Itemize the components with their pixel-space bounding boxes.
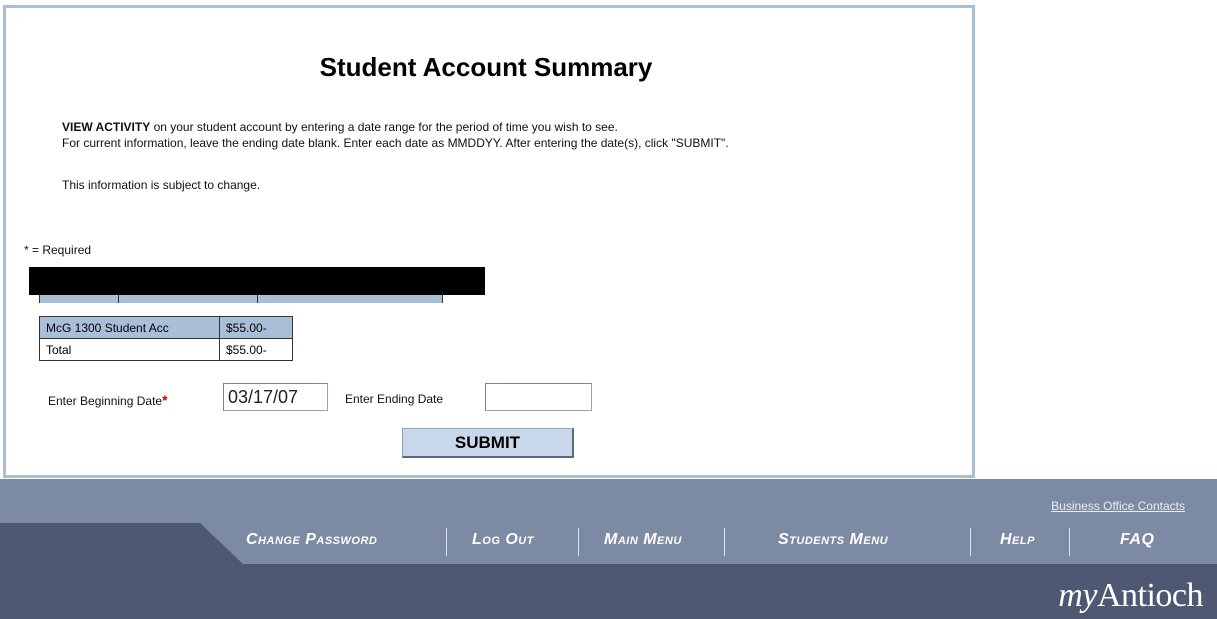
intro-line2: For current information, leave the endin… [62,136,729,150]
page-title: Student Account Summary [319,52,653,82]
table-row: Total $55.00- [39,338,293,361]
submit-button[interactable]: SUBMIT [402,428,574,458]
intro-bold: VIEW ACTIVITY [62,120,151,134]
redaction-bar [29,267,485,295]
footer-band-dark [0,564,1217,619]
nav-log-out[interactable]: Log Out [472,531,534,549]
nav-divider [724,528,725,556]
intro-rest: on your student account by entering a da… [150,120,618,134]
intro-text: VIEW ACTIVITY on your student account by… [62,119,729,151]
nav-main-menu[interactable]: Main Menu [604,531,682,549]
account-table: McG 1300 Student Acc $55.00- Total $55.0… [39,316,293,361]
nav-divider [1069,528,1070,556]
nav-help[interactable]: Help [1000,531,1035,549]
nav-students-menu[interactable]: Students Menu [778,531,888,549]
end-date-label: Enter Ending Date [345,392,444,406]
nav-divider [446,528,447,556]
nav-divider [578,528,579,556]
total-amount-cell: $55.00- [219,338,293,361]
footer-nav: Change Password Log Out Main Menu Studen… [0,528,1217,558]
begin-date-input[interactable] [223,383,328,411]
footer: Business Office Contacts Change Password… [0,479,1217,619]
account-amount-cell: $55.00- [219,316,293,339]
myantioch-logo: myAntioch [1058,577,1203,614]
total-label-cell: Total [39,338,220,361]
begin-date-label: Enter Beginning Date* [48,392,168,408]
required-star: * [162,392,168,408]
nav-faq[interactable]: FAQ [1120,531,1154,549]
end-date-input[interactable] [485,383,592,411]
nav-divider [970,528,971,556]
account-label-cell: McG 1300 Student Acc [39,316,220,339]
nav-change-password[interactable]: Change Password [246,531,377,549]
change-note: This information is subject to change. [62,178,261,192]
required-note: * = Required [24,243,92,257]
business-office-contacts-link[interactable]: Business Office Contacts [1051,499,1185,513]
table-row: McG 1300 Student Acc $55.00- [39,316,293,339]
